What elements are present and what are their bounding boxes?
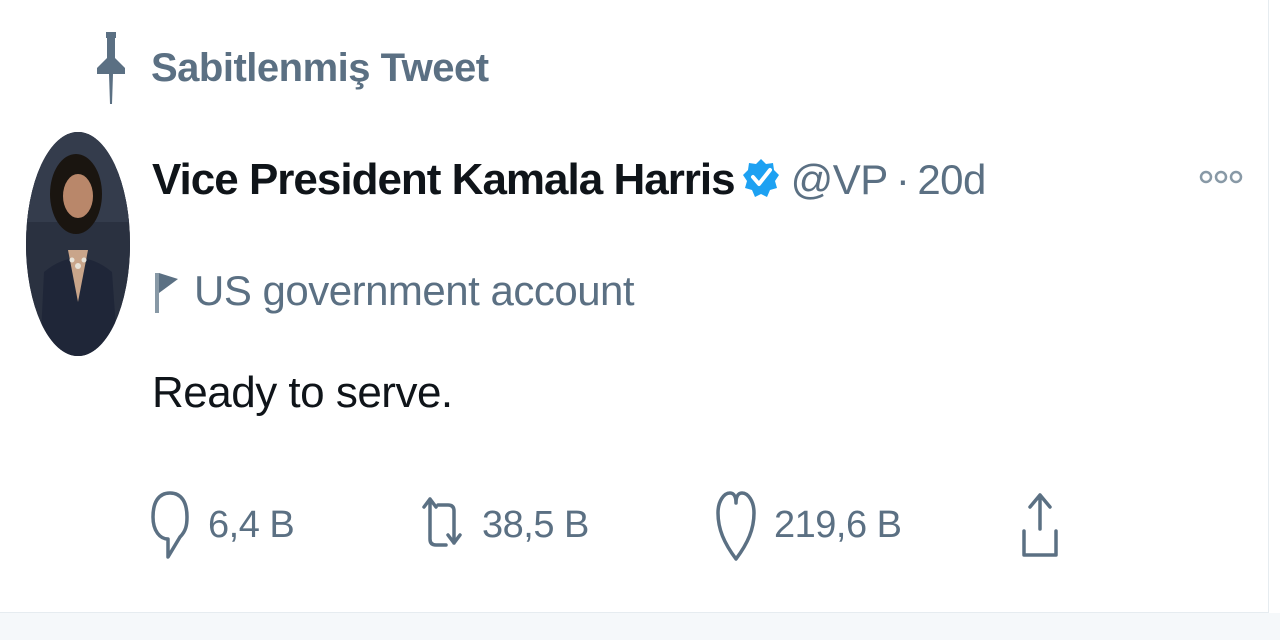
reply-count: 6,4 B — [208, 503, 295, 546]
pinned-indicator: Sabitlenmiş Tweet — [95, 28, 489, 108]
tweet-card[interactable]: Sabitlenmiş Tweet Vice President Kamala … — [0, 0, 1269, 613]
account-label[interactable]: US government account — [152, 255, 635, 327]
more-dots-icon — [1199, 170, 1243, 184]
like-button[interactable]: 219,6 B — [716, 480, 902, 570]
account-label-text: US government account — [194, 267, 635, 314]
avatar-photo — [26, 132, 130, 356]
retweet-count: 38,5 B — [482, 503, 589, 546]
tweet-header: Vice President Kamala Harris @VP · 20d — [152, 140, 986, 220]
meta-separator: · — [895, 156, 910, 203]
pinned-label: Sabitlenmiş Tweet — [151, 45, 489, 90]
verified-badge-icon — [742, 159, 779, 197]
retweet-button[interactable]: 38,5 B — [420, 480, 589, 570]
like-count: 219,6 B — [774, 503, 902, 546]
pin-icon — [97, 32, 125, 104]
author-display-name[interactable]: Vice President Kamala Harris — [152, 155, 736, 205]
share-icon — [1022, 493, 1058, 557]
avatar[interactable] — [26, 132, 130, 356]
flag-icon — [155, 273, 178, 313]
author-handle[interactable]: @VP — [791, 156, 889, 204]
more-options-button[interactable] — [1196, 155, 1246, 199]
share-button[interactable] — [1018, 480, 1062, 570]
tweet-timestamp[interactable]: 20d — [917, 156, 986, 204]
tweet-text: Ready to serve. — [152, 368, 453, 417]
reply-icon — [151, 491, 189, 559]
page-background — [0, 613, 1280, 640]
retweet-icon — [422, 497, 462, 547]
reply-button[interactable]: 6,4 B — [150, 480, 295, 570]
heart-icon — [716, 491, 756, 561]
